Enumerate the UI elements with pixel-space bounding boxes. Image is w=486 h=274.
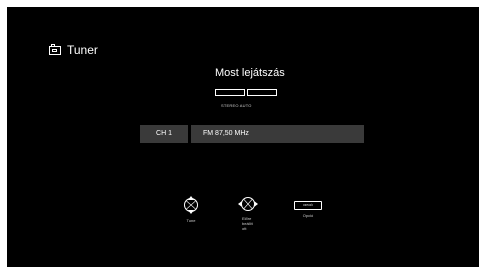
stereo-mode-label: STEREO AUTO — [221, 103, 252, 108]
option-control[interactable]: OPCIÓ Opció — [293, 195, 323, 218]
tune-label: Tune — [186, 218, 196, 223]
tuner-icon — [49, 43, 61, 55]
preset-control[interactable]: Előre beállított — [233, 195, 263, 231]
channel-row[interactable]: CH 1 FM 87,50 MHz — [140, 125, 364, 143]
control-hints: Tune Előre beállított OPCIÓ Opció — [7, 195, 479, 235]
channel-label[interactable]: CH 1 — [140, 125, 188, 143]
frequency-display[interactable]: FM 87,50 MHz — [191, 125, 364, 143]
signal-box-right — [247, 89, 277, 96]
option-key-icon: OPCIÓ — [294, 201, 322, 210]
tuner-screen: Tuner Most lejátszás STEREO AUTO CH 1 FM… — [7, 7, 479, 267]
option-label: Opció — [302, 213, 314, 218]
preset-leftright-icon — [238, 197, 258, 211]
screen-header: Tuner — [49, 43, 98, 57]
signal-indicator — [215, 89, 277, 96]
preset-label: Előre beállított — [242, 216, 253, 231]
tune-updown-icon — [184, 196, 198, 214]
now-playing-title: Most lejátszás — [215, 67, 285, 79]
page-title: Tuner — [67, 43, 98, 57]
tune-control[interactable]: Tune — [177, 195, 205, 223]
now-playing-panel: Most lejátszás STEREO AUTO — [215, 67, 295, 108]
signal-box-left — [215, 89, 245, 96]
